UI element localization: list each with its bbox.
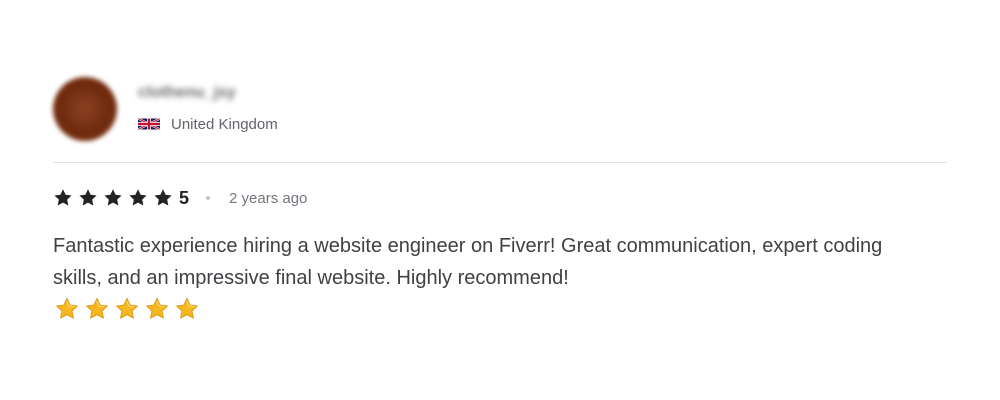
star-icon xyxy=(153,188,173,208)
separator-dot xyxy=(206,196,211,200)
star-rating xyxy=(53,188,178,208)
reviewer-username[interactable]: clothenu_jsy xyxy=(138,82,278,104)
reviewer-meta: clothenu_jsy United Kingdom xyxy=(138,84,278,133)
star-emoji-icon xyxy=(145,297,169,321)
review-card: clothenu_jsy United Kingdom 5 2 years ag… xyxy=(0,0,1000,400)
emoji-stars xyxy=(55,297,205,321)
review-time: 2 years ago xyxy=(229,189,308,207)
divider xyxy=(53,162,947,163)
star-emoji-icon xyxy=(115,297,139,321)
star-emoji-icon xyxy=(175,297,199,321)
rating-row: 5 2 years ago xyxy=(53,186,307,210)
star-icon xyxy=(128,188,148,208)
star-icon xyxy=(78,188,98,208)
country-name: United Kingdom xyxy=(171,115,278,133)
avatar[interactable] xyxy=(53,77,117,141)
review-text: Fantastic experience hiring a website en… xyxy=(53,235,883,289)
star-emoji-icon xyxy=(85,297,109,321)
reviewer-country: United Kingdom xyxy=(138,116,278,133)
star-icon xyxy=(103,188,123,208)
reviewer-header: clothenu_jsy United Kingdom xyxy=(53,76,278,142)
star-emoji-icon xyxy=(55,297,79,321)
uk-flag-icon xyxy=(138,117,160,131)
rating-score: 5 xyxy=(179,187,190,208)
star-icon xyxy=(53,188,73,208)
